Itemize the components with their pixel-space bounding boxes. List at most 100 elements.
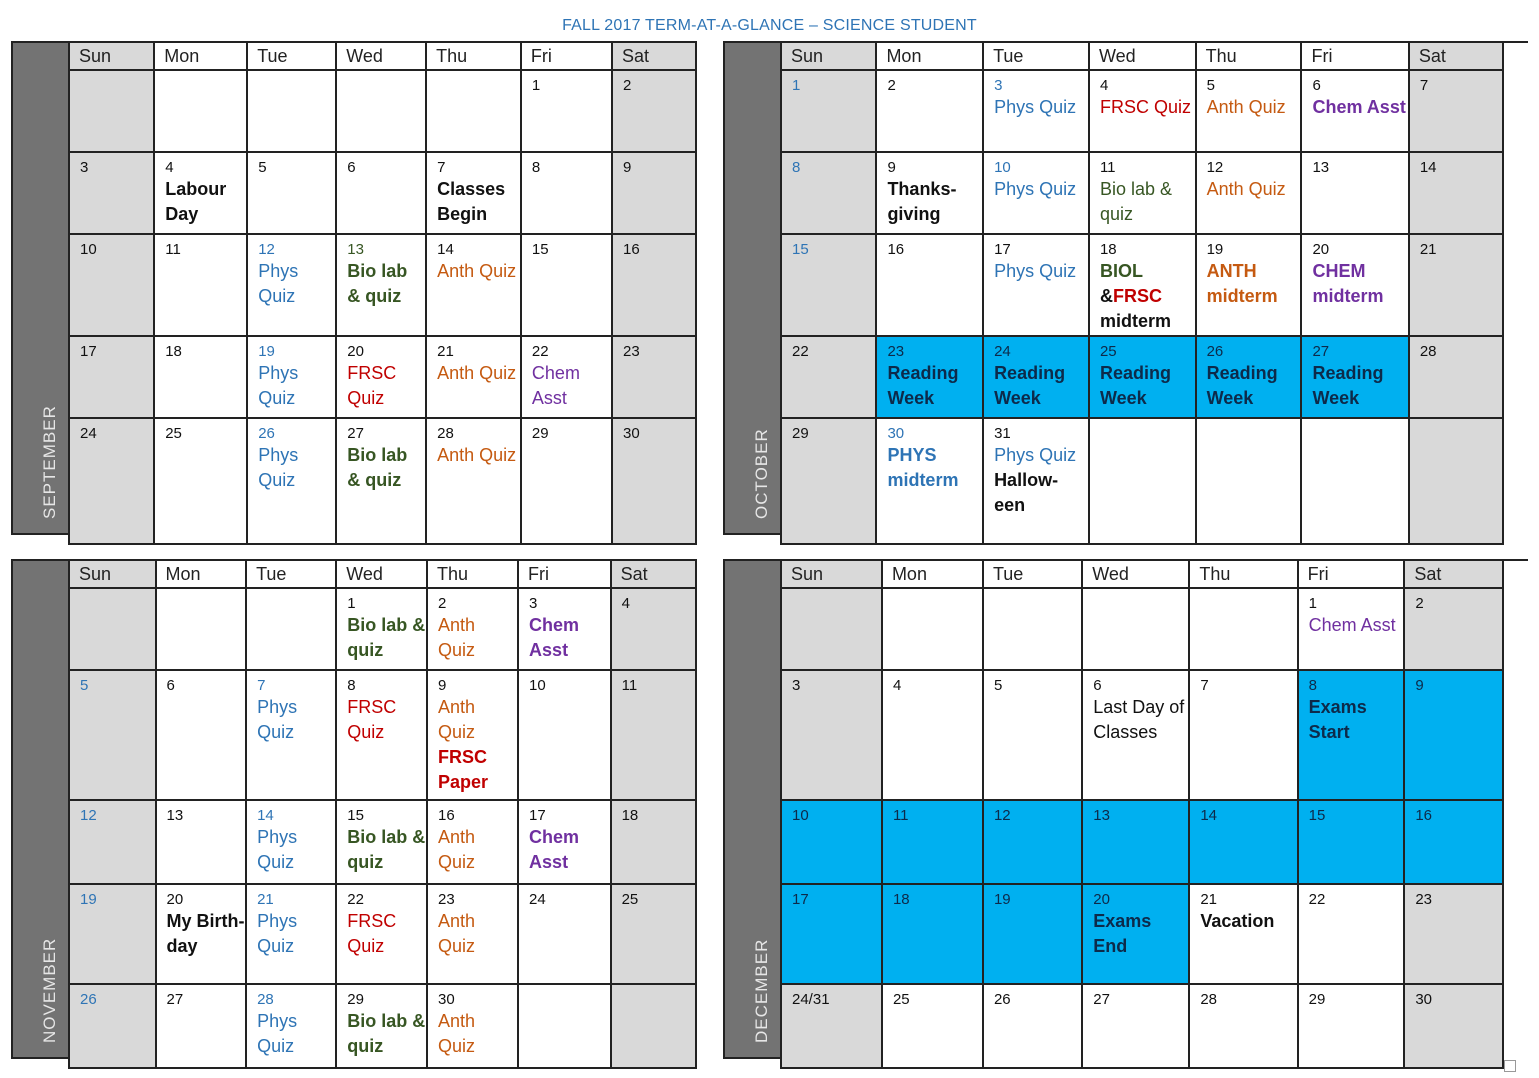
day-cell[interactable]: 26 Reading Week (1194, 335, 1303, 419)
day-cell[interactable]: 4 (609, 587, 698, 671)
day-cell[interactable]: 30 (611, 417, 697, 545)
day-cell[interactable]: 5 (981, 669, 1084, 801)
day-cell[interactable]: 8 Exams Start (1296, 669, 1406, 801)
day-cell[interactable]: 11 Bio lab & quiz (1087, 151, 1197, 235)
day-cell[interactable]: 23 (1403, 883, 1504, 985)
day-cell[interactable]: 25 Reading Week (1087, 335, 1197, 419)
day-cell[interactable]: 3 (67, 151, 156, 235)
day-cell[interactable] (1194, 417, 1303, 545)
day-cell[interactable]: 29 (1296, 983, 1406, 1069)
day-cell[interactable]: 7 (1407, 69, 1505, 153)
day-cell[interactable]: 13 Bio lab & quiz (335, 233, 428, 337)
day-cell[interactable]: 10 (67, 233, 156, 337)
day-cell[interactable]: 8 (779, 151, 878, 235)
day-cell[interactable]: 21 (1407, 233, 1505, 337)
day-cell[interactable] (246, 69, 338, 153)
day-cell[interactable]: 25 (153, 417, 249, 545)
day-cell[interactable] (1081, 587, 1191, 671)
day-cell[interactable]: 15 (1296, 799, 1406, 885)
day-cell[interactable]: 21 Phys Quiz (245, 883, 338, 985)
day-cell[interactable]: 20 CHEM midterm (1300, 233, 1410, 337)
day-cell[interactable] (335, 69, 428, 153)
day-cell[interactable]: 9 Anth Quiz FRSC Paper (426, 669, 520, 801)
day-cell[interactable]: 12 Anth Quiz (1194, 151, 1303, 235)
day-cell[interactable]: 18 (880, 883, 984, 985)
day-cell[interactable]: 21 Vacation (1188, 883, 1299, 985)
day-cell[interactable] (153, 69, 249, 153)
day-cell[interactable]: 15 (519, 233, 614, 337)
day-cell[interactable]: 24 (517, 883, 612, 985)
day-cell[interactable]: 4 Labour Day (153, 151, 249, 235)
day-cell[interactable]: 27 (154, 983, 248, 1069)
day-cell[interactable]: 11 (880, 799, 984, 885)
day-cell[interactable]: 16 Anth Quiz (426, 799, 520, 885)
day-cell[interactable]: 26 (981, 983, 1084, 1069)
day-cell[interactable]: 28 Anth Quiz (425, 417, 522, 545)
day-cell[interactable] (68, 587, 157, 671)
day-cell[interactable]: 18 (153, 335, 249, 419)
day-cell[interactable]: 15 (779, 233, 878, 337)
day-cell[interactable]: 6 Last Day of Classes (1081, 669, 1191, 801)
day-cell[interactable]: 26 Phys Quiz (246, 417, 338, 545)
day-cell[interactable] (245, 587, 338, 671)
day-cell[interactable] (154, 587, 248, 671)
day-cell[interactable]: 28 (1188, 983, 1299, 1069)
day-cell[interactable]: 24 (67, 417, 156, 545)
day-cell[interactable] (67, 69, 156, 153)
day-cell[interactable]: 22 (779, 335, 878, 419)
day-cell[interactable]: 3 (780, 669, 883, 801)
day-cell[interactable]: 1 Chem Asst (1296, 587, 1406, 671)
day-cell[interactable]: 30 (1403, 983, 1504, 1069)
day-cell[interactable]: 10 (780, 799, 883, 885)
day-cell[interactable]: 24 Reading Week (982, 335, 1090, 419)
day-cell[interactable]: 1 (519, 69, 614, 153)
day-cell[interactable]: 22 Chem Asst (519, 335, 614, 419)
day-cell[interactable]: 14 (1188, 799, 1299, 885)
day-cell[interactable]: 16 (1403, 799, 1504, 885)
table-resize-handle[interactable] (1504, 1060, 1516, 1072)
day-cell[interactable]: 5 Anth Quiz (1194, 69, 1303, 153)
day-cell[interactable]: 20 My Birth-day (154, 883, 248, 985)
day-cell[interactable]: 25 (880, 983, 984, 1069)
day-cell[interactable]: 9 Thanks-giving (875, 151, 985, 235)
day-cell[interactable]: 14 Anth Quiz (425, 233, 522, 337)
day-cell[interactable]: 23 Reading Week (875, 335, 985, 419)
day-cell[interactable]: 12 (68, 799, 157, 885)
day-cell[interactable]: 29 (519, 417, 614, 545)
day-cell[interactable] (981, 587, 1084, 671)
day-cell[interactable]: 20 FRSC Quiz (335, 335, 428, 419)
day-cell[interactable] (1300, 417, 1410, 545)
day-cell[interactable]: 10 (517, 669, 612, 801)
day-cell[interactable]: 16 (611, 233, 697, 337)
day-cell[interactable]: 15 Bio lab & quiz (335, 799, 429, 885)
day-cell[interactable]: 9 (611, 151, 697, 235)
day-cell[interactable]: 12 Phys Quiz (246, 233, 338, 337)
day-cell[interactable]: 19 Phys Quiz (246, 335, 338, 419)
day-cell[interactable]: 21 Anth Quiz (425, 335, 522, 419)
day-cell[interactable]: 18 BIOL &FRSC midterm (1087, 233, 1197, 337)
day-cell[interactable]: 5 (246, 151, 338, 235)
day-cell[interactable]: 6 (154, 669, 248, 801)
day-cell[interactable] (780, 587, 883, 671)
day-cell[interactable]: 22 (1296, 883, 1406, 985)
day-cell[interactable]: 31 Phys Quiz Hallow-een (982, 417, 1090, 545)
day-cell[interactable] (609, 983, 698, 1069)
day-cell[interactable]: 30 Anth Quiz (426, 983, 520, 1069)
day-cell[interactable]: 2 Anth Quiz (426, 587, 520, 671)
day-cell[interactable]: 27 Reading Week (1300, 335, 1410, 419)
day-cell[interactable]: 19 (981, 883, 1084, 985)
day-cell[interactable]: 9 (1403, 669, 1504, 801)
day-cell[interactable]: 7 Classes Begin (425, 151, 522, 235)
day-cell[interactable]: 4 FRSC Quiz (1087, 69, 1197, 153)
day-cell[interactable]: 27 (1081, 983, 1191, 1069)
day-cell[interactable]: 12 (981, 799, 1084, 885)
day-cell[interactable] (425, 69, 522, 153)
day-cell[interactable]: 29 (779, 417, 878, 545)
day-cell[interactable]: 17 Phys Quiz (982, 233, 1090, 337)
day-cell[interactable]: 7 (1188, 669, 1299, 801)
day-cell[interactable]: 13 (1081, 799, 1191, 885)
day-cell[interactable]: 14 (1407, 151, 1505, 235)
day-cell[interactable]: 26 (68, 983, 157, 1069)
day-cell[interactable]: 14 Phys Quiz (245, 799, 338, 885)
day-cell[interactable]: 6 Chem Asst (1300, 69, 1410, 153)
